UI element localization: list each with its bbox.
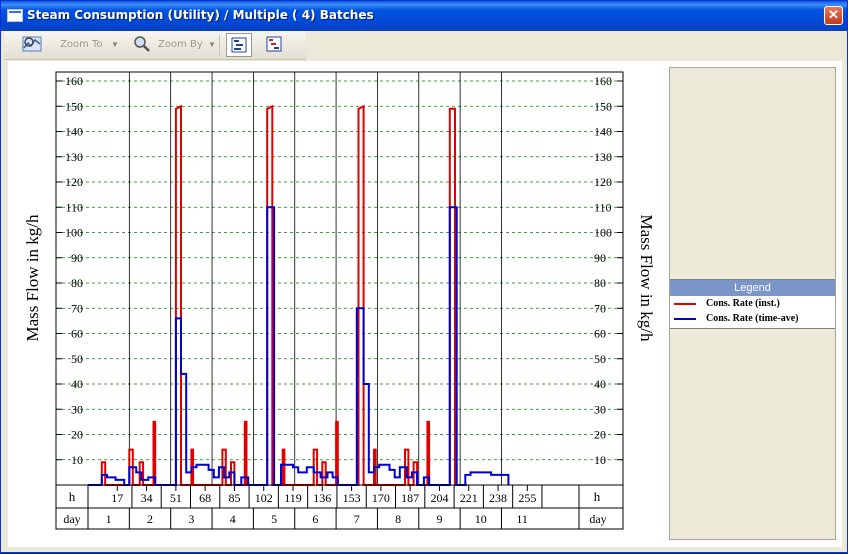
y-tick-label-left: 40 (71, 377, 83, 391)
legend-swatch-blue (674, 318, 696, 320)
y-tick-label-right: 70 (594, 301, 606, 315)
y-tick-label-right: 100 (594, 226, 612, 240)
y-tick-label-right: 90 (594, 251, 606, 265)
h-tick-label: 204 (430, 491, 448, 505)
y-tick-label-left: 10 (71, 453, 83, 467)
y-tick-label-left: 90 (71, 251, 83, 265)
y-tick-label-right: 20 (594, 428, 606, 442)
h-tick-label: 255 (518, 491, 536, 505)
y-tick-label-right: 80 (594, 276, 606, 290)
h-row-label-right: h (594, 489, 601, 504)
h-tick-label: 68 (199, 491, 211, 505)
h-row-label-left: h (69, 489, 76, 504)
h-tick-label: 136 (313, 491, 331, 505)
y-tick-label-right: 60 (594, 327, 606, 341)
y-tick-label-left: 150 (65, 99, 83, 113)
h-tick-label: 17 (111, 491, 123, 505)
h-tick-label: 34 (141, 491, 153, 505)
y-tick-label-left: 50 (71, 352, 83, 366)
day-label: 5 (271, 512, 277, 526)
day-label: 9 (436, 512, 442, 526)
h-tick-label: 51 (170, 491, 182, 505)
day-label: 6 (312, 512, 318, 526)
h-tick-label: 187 (401, 491, 419, 505)
y-tick-label-left: 120 (65, 175, 83, 189)
legend-item-label: Cons. Rate (inst.) (706, 298, 780, 309)
day-row-label-right: day (589, 512, 606, 526)
h-tick-label: 153 (343, 491, 361, 505)
day-row-label-left: day (63, 512, 80, 526)
h-tick-label: 85 (228, 491, 240, 505)
y-tick-label-right: 130 (594, 150, 612, 164)
day-label: 11 (516, 512, 528, 526)
y-tick-label-right: 120 (594, 175, 612, 189)
day-label: 2 (147, 512, 153, 526)
series-line-time-ave (88, 206, 510, 486)
legend: Legend Cons. Rate (inst.) Cons. Rate (ti… (670, 279, 835, 329)
day-label: 1 (106, 512, 112, 526)
y-tick-label-right: 140 (594, 125, 612, 139)
h-tick-label: 170 (372, 491, 390, 505)
y-tick-label-right: 40 (594, 377, 606, 391)
legend-swatch-red (674, 303, 696, 305)
legend-item: Cons. Rate (time-ave) (670, 312, 835, 326)
h-tick-label: 119 (284, 491, 302, 505)
day-label: 3 (188, 512, 194, 526)
series-line-inst (88, 104, 467, 486)
y-tick-label-left: 20 (71, 428, 83, 442)
y-tick-label-left: 60 (71, 327, 83, 341)
y-axis-label-right: Mass Flow in kg/h (637, 214, 656, 342)
y-tick-label-right: 50 (594, 352, 606, 366)
y-tick-label-right: 10 (594, 453, 606, 467)
day-label: 10 (475, 512, 487, 526)
legend-item-label: Cons. Rate (time-ave) (706, 313, 799, 324)
h-tick-label: 102 (255, 491, 273, 505)
y-tick-label-left: 130 (65, 150, 83, 164)
app-window: Steam Consumption (Utility) / Multiple (… (0, 0, 848, 553)
y-tick-label-right: 110 (594, 200, 612, 214)
legend-panel: Legend Cons. Rate (inst.) Cons. Rate (ti… (669, 67, 836, 540)
y-tick-label-left: 140 (65, 125, 83, 139)
y-tick-label-left: 30 (71, 402, 83, 416)
day-label: 8 (395, 512, 401, 526)
y-tick-label-left: 100 (65, 226, 83, 240)
y-tick-label-left: 110 (65, 200, 83, 214)
day-label: 4 (230, 512, 236, 526)
legend-item: Cons. Rate (inst.) (670, 297, 835, 311)
y-tick-label-left: 160 (65, 74, 83, 88)
legend-title: Legend (670, 280, 835, 296)
y-tick-label-left: 70 (71, 301, 83, 315)
plot-frame (55, 71, 624, 530)
y-tick-label-right: 160 (594, 74, 612, 88)
y-tick-label-right: 150 (594, 99, 612, 113)
y-axis-label-left: Mass Flow in kg/h (23, 214, 42, 342)
h-tick-label: 221 (460, 491, 478, 505)
y-tick-label-left: 80 (71, 276, 83, 290)
h-tick-label: 238 (489, 491, 507, 505)
y-tick-label-right: 30 (594, 402, 606, 416)
day-label: 7 (354, 512, 360, 526)
